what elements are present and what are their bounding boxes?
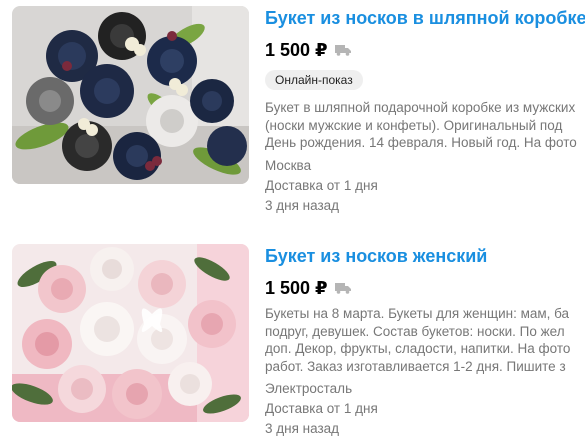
listing-posted-date: 3 дня назад xyxy=(265,421,340,436)
truck-icon xyxy=(334,283,351,294)
sock-bouquet-pink-photo xyxy=(12,244,249,422)
listing-card[interactable]: Букет из носков женский 1 500 ₽ Букеты н… xyxy=(0,238,585,436)
listing-delivery: Доставка от 1 дня xyxy=(265,401,378,416)
online-showing-badge[interactable]: Онлайн-показ xyxy=(265,70,363,90)
description-line: работ. Заказ изготавливается 1-2 дня. Пи… xyxy=(265,358,566,374)
listing-posted-date: 3 дня назад xyxy=(265,197,340,213)
sock-bouquet-dark-photo xyxy=(12,6,249,184)
description-line: подруг, девушек. Состав букетов: носки. … xyxy=(265,323,565,339)
listing-card[interactable]: Букет из носков в шляпной коробке 1 500 … xyxy=(0,0,585,213)
listing-city: Электросталь xyxy=(265,381,353,396)
description-line: (носки мужские и конфеты). Оригинальный … xyxy=(265,117,563,133)
truck-icon xyxy=(334,45,351,56)
listing-delivery: Доставка от 1 дня xyxy=(265,177,378,193)
description-line: доп. Декор, фрукты, сладости, напитки. Н… xyxy=(265,341,571,356)
listing-description: Букет в шляпной подарочной коробке из му… xyxy=(265,99,585,152)
listing-price: 1 500 ₽ xyxy=(265,39,328,60)
listing-city: Москва xyxy=(265,157,312,173)
description-line: День рождения. 14 февраля. Новый год. На… xyxy=(265,135,577,150)
listing-photo[interactable] xyxy=(12,6,249,184)
description-line: Букеты на 8 марта. Букеты для женщин: ма… xyxy=(265,306,570,321)
listing-title-link[interactable]: Букет из носков женский xyxy=(265,245,585,267)
listing-title-link[interactable]: Букет из носков в шляпной коробке xyxy=(265,7,585,29)
listing-photo[interactable] xyxy=(12,244,249,422)
listing-description: Букеты на 8 марта. Букеты для женщин: ма… xyxy=(265,305,585,375)
description-line: Букет в шляпной подарочной коробке из му… xyxy=(265,100,576,115)
listing-price: 1 500 ₽ xyxy=(265,277,328,298)
